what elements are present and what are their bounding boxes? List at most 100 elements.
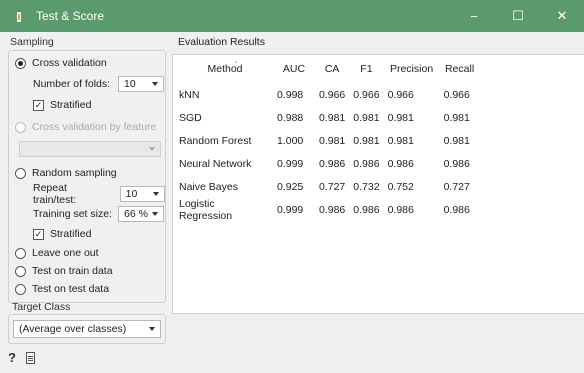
feature-combo[interactable] <box>19 141 161 157</box>
training-size-value: 66 % <box>123 208 148 220</box>
folds-label: Number of folds: <box>33 78 111 90</box>
folds-combo[interactable]: 10 <box>118 76 165 92</box>
stratified2-checkbox[interactable]: ✓ <box>33 228 44 240</box>
test-on-test-radio[interactable] <box>15 283 26 295</box>
repeat-value: 10 <box>125 188 138 200</box>
recall-cell: 0.966 <box>443 88 470 101</box>
method-cell: kNN <box>179 88 200 101</box>
cross-validation-radio[interactable] <box>15 57 26 69</box>
cross-validation-option[interactable]: Cross validation <box>15 55 107 71</box>
column-header-recall[interactable]: Recall <box>440 55 480 83</box>
column-header-auc[interactable]: AUC <box>273 55 315 83</box>
leave-one-out-label: Leave one out <box>32 247 99 259</box>
cross-validation-label: Cross validation <box>32 57 107 69</box>
repeat-combo[interactable]: 10 <box>119 186 165 202</box>
f1-cell: 0.981 <box>353 111 380 124</box>
test-on-train-label: Test on train data <box>32 265 113 277</box>
cv-by-feature-radio[interactable] <box>15 121 26 133</box>
table-row[interactable]: kNN 0.998 0.966 0.966 0.966 0.966 <box>177 83 480 106</box>
column-header-f1[interactable]: F1 <box>349 55 383 83</box>
stratified-label: Stratified <box>50 99 92 111</box>
precision-cell: 0.981 <box>387 134 414 147</box>
precision-cell: 0.986 <box>387 157 414 170</box>
auc-cell: 0.998 <box>277 88 304 101</box>
maximize-button[interactable]: ☐ <box>496 0 540 32</box>
column-header-method[interactable]: Method <box>177 55 273 83</box>
target-class-combo[interactable]: (Average over classes) <box>13 320 161 338</box>
right-panel: Evaluation Results ⌄ Method AUC CA F1 Pr… <box>172 36 584 314</box>
ca-cell: 0.986 <box>319 204 346 216</box>
auc-cell: 0.988 <box>277 111 304 124</box>
ca-cell: 0.986 <box>319 157 346 170</box>
results-table[interactable]: Method AUC CA F1 Precision Recall kNN 0.… <box>177 55 480 222</box>
f1-cell: 0.986 <box>353 204 380 216</box>
method-cell: Neural Network <box>179 157 252 170</box>
random-sampling-radio[interactable] <box>15 167 26 179</box>
table-row[interactable]: Logistic Regression 0.999 0.986 0.986 0.… <box>177 198 480 222</box>
stratified2-label: Stratified <box>50 228 92 240</box>
close-button[interactable]: ✕ <box>540 0 584 32</box>
table-row[interactable]: Neural Network 0.999 0.986 0.986 0.986 0… <box>177 152 480 175</box>
target-class-label: Target Class <box>12 301 71 313</box>
f1-cell: 0.966 <box>353 88 380 101</box>
precision-cell: 0.981 <box>387 111 414 124</box>
table-row[interactable]: Naive Bayes 0.925 0.727 0.732 0.752 0.72… <box>177 175 480 198</box>
f1-cell: 0.732 <box>353 180 380 193</box>
repeat-label: Repeat train/test: <box>33 182 77 206</box>
ca-cell: 0.966 <box>319 88 346 101</box>
recall-cell: 0.981 <box>443 111 470 124</box>
recall-cell: 0.986 <box>443 204 470 216</box>
column-header-ca[interactable]: CA <box>315 55 349 83</box>
report-icon[interactable] <box>25 351 35 364</box>
precision-cell: 0.966 <box>387 88 414 101</box>
precision-cell: 0.986 <box>387 204 414 216</box>
method-cell: Logistic Regression <box>179 198 233 222</box>
auc-cell: 0.999 <box>277 157 304 170</box>
test-on-train-option[interactable]: Test on train data <box>15 263 113 279</box>
footer-bar: ? <box>8 350 35 365</box>
f1-cell: 0.981 <box>353 134 380 147</box>
evaluation-results-label: Evaluation Results <box>178 36 265 48</box>
recall-cell: 0.981 <box>443 134 470 147</box>
method-cell: SGD <box>179 111 202 124</box>
test-on-test-option[interactable]: Test on test data <box>15 281 109 297</box>
chevron-down-icon <box>151 212 158 216</box>
minimize-button[interactable]: − <box>452 0 496 32</box>
window-title: Test & Score <box>36 9 105 23</box>
leave-one-out-option[interactable]: Leave one out <box>15 245 99 261</box>
table-row[interactable]: Random Forest 1.000 0.981 0.981 0.981 0.… <box>177 129 480 152</box>
recall-cell: 0.986 <box>443 157 470 170</box>
auc-cell: 0.999 <box>277 204 304 216</box>
recall-cell: 0.727 <box>443 180 470 193</box>
ca-cell: 0.981 <box>319 111 346 124</box>
target-class-value: (Average over classes) <box>19 323 127 335</box>
training-size-row: Training set size: 66 % <box>33 206 164 222</box>
table-row[interactable]: SGD 0.988 0.981 0.981 0.981 0.981 <box>177 106 480 129</box>
repeat-row: Repeat train/test: 10 <box>33 182 165 206</box>
orange-app-icon <box>12 9 26 23</box>
chevron-down-icon <box>149 147 155 151</box>
training-size-label: Training set size: <box>33 208 112 220</box>
folds-value: 10 <box>124 78 136 90</box>
column-header-precision[interactable]: Precision <box>384 55 440 83</box>
cv-by-feature-label: Cross validation by feature <box>32 121 157 133</box>
results-table-container[interactable]: ⌄ Method AUC CA F1 Precision Recall kNN … <box>172 54 584 314</box>
help-icon[interactable]: ? <box>8 350 16 365</box>
stratified-option[interactable]: ✓ Stratified <box>33 98 91 112</box>
stratified-checkbox[interactable]: ✓ <box>33 99 44 111</box>
test-on-train-radio[interactable] <box>15 265 26 277</box>
chevron-down-icon <box>149 327 155 331</box>
method-cell: Naive Bayes <box>179 180 238 193</box>
chevron-down-icon <box>153 192 159 196</box>
random-sampling-option[interactable]: Random sampling <box>15 165 117 181</box>
random-sampling-label: Random sampling <box>32 167 117 179</box>
training-size-combo[interactable]: 66 % <box>117 206 164 222</box>
auc-cell: 0.925 <box>277 180 304 193</box>
leave-one-out-radio[interactable] <box>15 247 26 259</box>
auc-cell: 1.000 <box>277 134 304 147</box>
sampling-group-label: Sampling <box>10 36 54 48</box>
title-bar: Test & Score − ☐ ✕ <box>0 0 584 32</box>
cv-by-feature-option[interactable]: Cross validation by feature <box>15 119 156 135</box>
stratified2-option[interactable]: ✓ Stratified <box>33 227 91 241</box>
chevron-down-icon <box>152 82 159 86</box>
